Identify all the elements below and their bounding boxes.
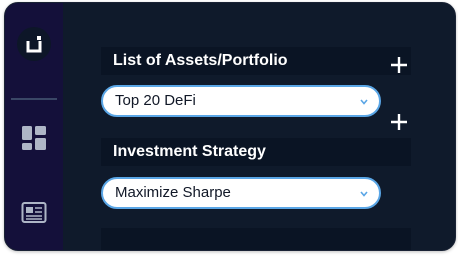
assets-section-title: List of Assets/Portfolio — [101, 47, 411, 75]
sidebar-divider — [11, 98, 57, 100]
strategy-section-title: Investment Strategy — [101, 138, 411, 166]
logo-mark-icon — [26, 36, 42, 53]
plus-icon — [391, 57, 407, 73]
plus-icon — [391, 114, 407, 130]
next-section-header — [101, 228, 411, 250]
chevron-down-icon — [360, 99, 368, 105]
app-logo[interactable] — [17, 27, 51, 61]
strategy-select[interactable]: Maximize Sharpe — [101, 177, 381, 209]
portfolio-select-value: Top 20 DeFi — [115, 92, 196, 109]
strategy-select-value: Maximize Sharpe — [115, 184, 231, 201]
chevron-down-icon — [360, 191, 368, 197]
add-asset-button[interactable] — [388, 54, 410, 76]
sidebar — [5, 3, 63, 250]
add-strategy-button[interactable] — [388, 111, 410, 133]
newspaper-icon[interactable] — [21, 200, 47, 226]
app-window: List of Assets/Portfolio Top 20 DeFi Inv… — [4, 2, 456, 251]
portfolio-select[interactable]: Top 20 DeFi — [101, 85, 381, 117]
dashboard-icon[interactable] — [21, 125, 47, 151]
main-content: List of Assets/Portfolio Top 20 DeFi Inv… — [63, 3, 455, 250]
